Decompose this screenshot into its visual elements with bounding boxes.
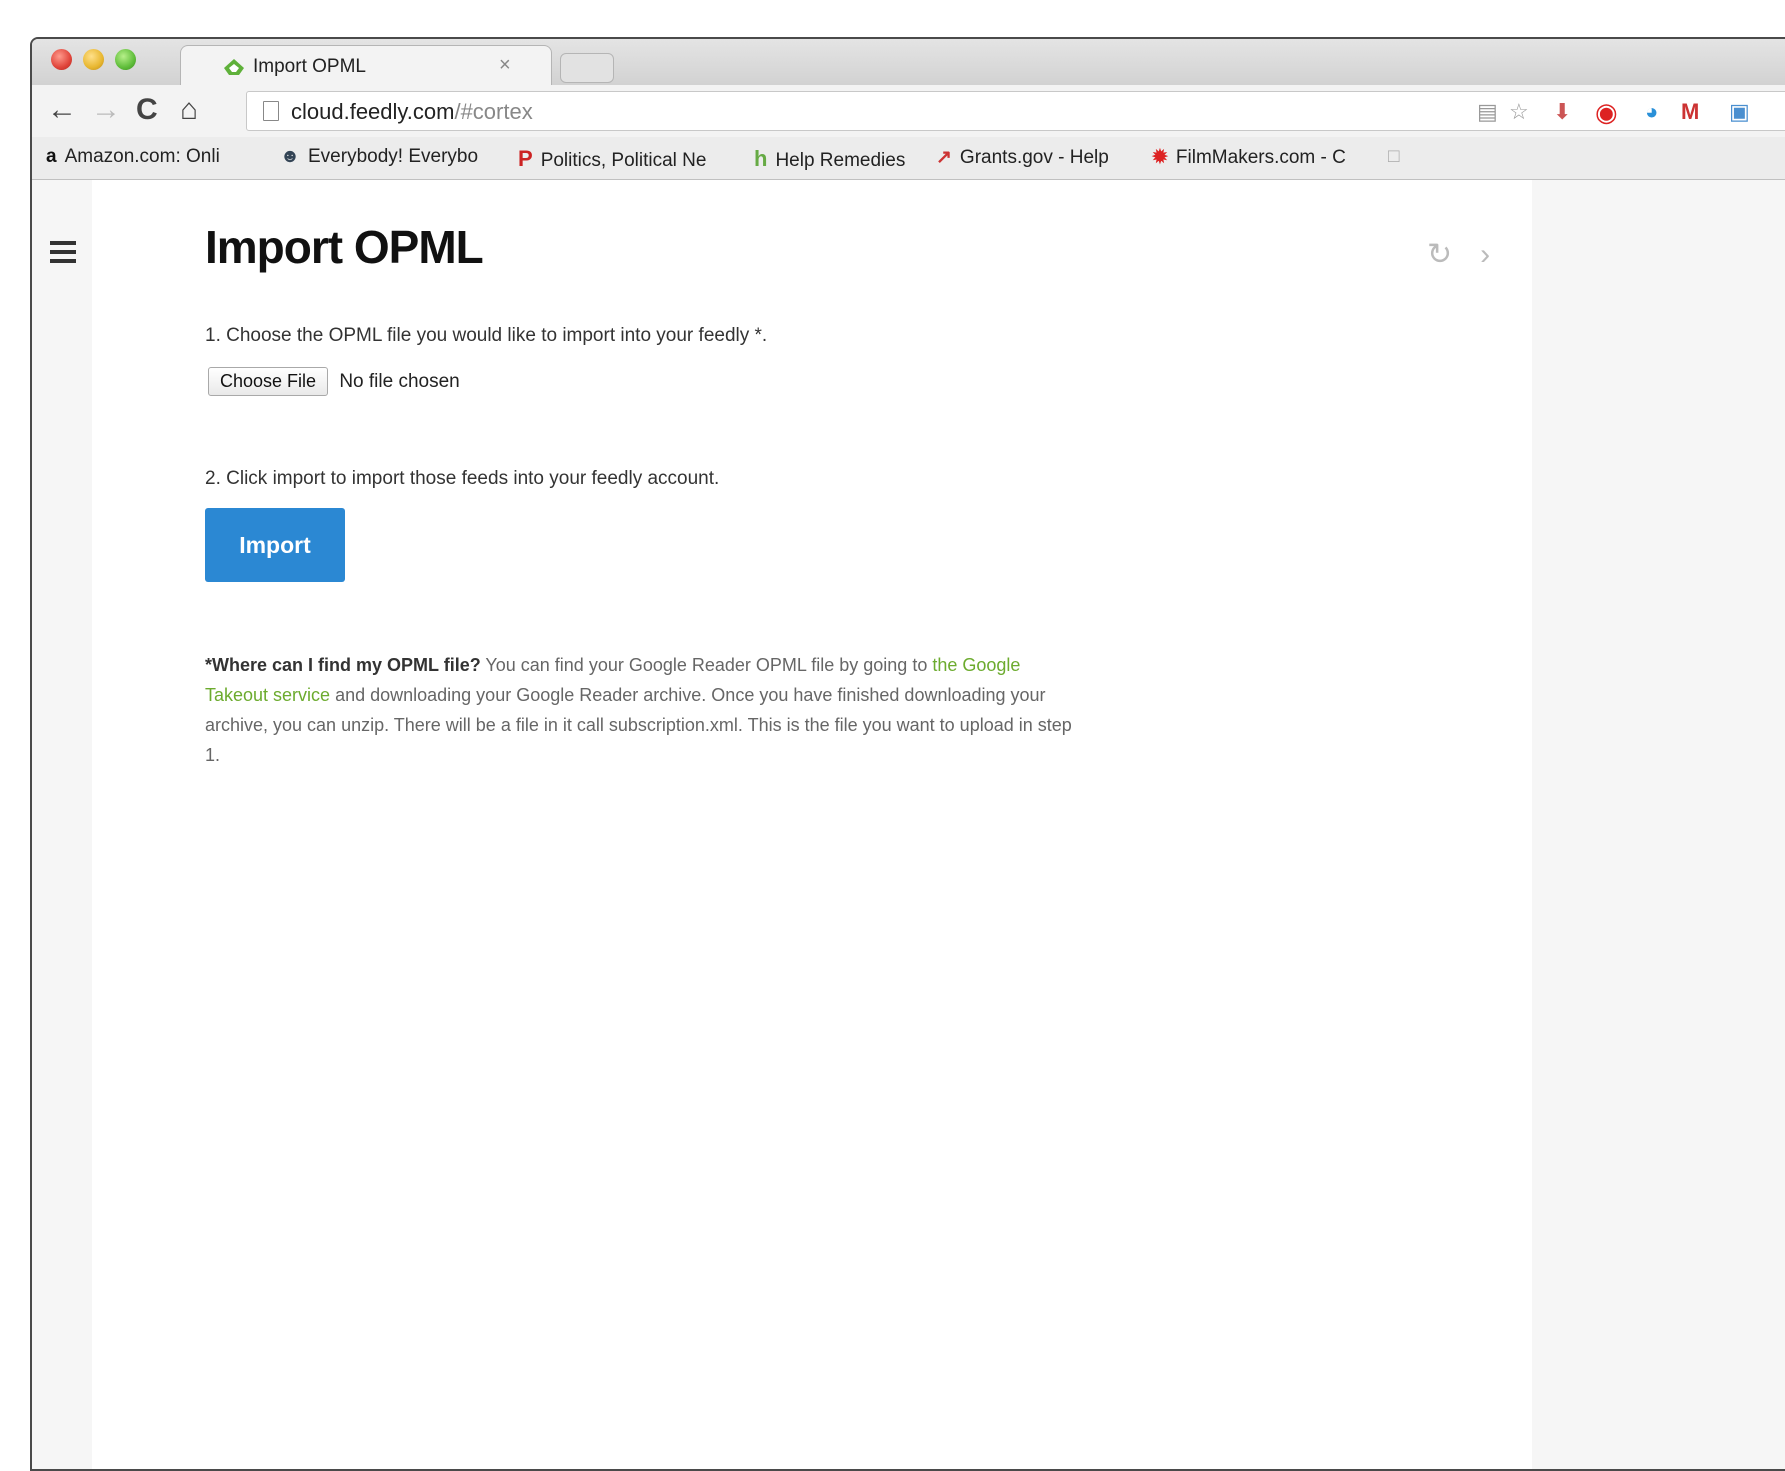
tab-strip: Import OPML ×: [32, 39, 1785, 86]
bookmark-help-remedies[interactable]: h Help Remedies: [754, 146, 905, 172]
bookmarks-bar: a Amazon.com: Onli ☻ Everybody! Everybo PP…: [32, 137, 1785, 180]
chat-icon[interactable]: ▣: [1729, 100, 1750, 124]
minimize-window-button[interactable]: [83, 49, 104, 70]
bookmark-everybody[interactable]: ☻ Everybody! Everybo: [280, 146, 478, 168]
home-icon[interactable]: ⌂: [180, 94, 198, 126]
help-remedies-icon: h: [754, 146, 768, 171]
file-input: Choose File No file chosen: [208, 367, 460, 396]
url-text[interactable]: cloud.feedly.com/#cortex: [291, 99, 533, 125]
browser-toolbar: ← → C ⌂ cloud.feedly.com/#cortex ▤ ☆ ⬇ ◉…: [32, 85, 1785, 137]
amazon-icon: a: [46, 146, 57, 167]
zoom-window-button[interactable]: [115, 49, 136, 70]
page-area: Import OPML ↻ › 1. Choose the OPML file y…: [32, 180, 1785, 1469]
refresh-icon[interactable]: ↻: [1427, 238, 1452, 271]
graph-icon: ↗: [936, 147, 952, 168]
help-question: *Where can I find my OPML file?: [205, 655, 481, 675]
forward-arrow-icon[interactable]: →: [91, 94, 121, 126]
close-icon[interactable]: ×: [499, 54, 511, 77]
bookmark-grants[interactable]: ↗ Grants.gov - Help: [936, 146, 1109, 169]
top-actions: ↻ ›: [1427, 237, 1518, 272]
star-icon[interactable]: ☆: [1509, 100, 1529, 124]
step-1-text: 1. Choose the OPML file you would like t…: [205, 325, 768, 346]
help-text: *Where can I find my OPML file? You can …: [205, 655, 1072, 765]
more-bookmarks-icon[interactable]: □: [1388, 146, 1399, 168]
people-icon: ☻: [280, 146, 300, 167]
no-file-text: No file chosen: [339, 371, 460, 392]
page-title: Import OPML: [205, 221, 484, 273]
browser-window: Import OPML × ← → C ⌂ cloud.feedly.com/#…: [30, 37, 1785, 1471]
back-arrow-icon[interactable]: ←: [47, 94, 77, 126]
address-bar[interactable]: cloud.feedly.com/#cortex ▤ ☆ ⬇ ◉ ◕ M ▣: [246, 91, 1785, 131]
tab-title: Import OPML: [253, 56, 366, 77]
new-tab-button[interactable]: [560, 53, 614, 83]
bookmark-politics[interactable]: P Politics, Political Ne: [518, 146, 706, 172]
choose-file-button[interactable]: Choose File: [208, 367, 329, 396]
compass-icon[interactable]: ◕: [1645, 100, 1658, 124]
reload-icon[interactable]: C: [136, 94, 158, 126]
close-window-button[interactable]: [51, 49, 72, 70]
download-icon[interactable]: ⬇: [1553, 100, 1571, 124]
chevron-right-icon[interactable]: ›: [1480, 238, 1490, 271]
opera-icon[interactable]: ◉: [1595, 99, 1618, 125]
import-button[interactable]: Import: [205, 508, 345, 582]
gmail-icon[interactable]: M: [1681, 100, 1699, 124]
page-icon: [263, 101, 279, 121]
bookmark-filmmakers[interactable]: ✹ FilmMakers.com - C: [1152, 146, 1346, 169]
step-2-text: 2. Click import to import those feeds in…: [205, 468, 720, 489]
tab-import-opml[interactable]: Import OPML ×: [180, 45, 552, 86]
film-icon: ✹: [1152, 147, 1168, 168]
menu-icon[interactable]: [50, 241, 76, 263]
bookmark-amazon[interactable]: a Amazon.com: Onli: [46, 146, 220, 168]
main-content: Import OPML ↻ › 1. Choose the OPML file y…: [92, 180, 1532, 1469]
politico-icon: P: [518, 146, 533, 171]
feedly-icon: [224, 59, 244, 75]
reader-icon[interactable]: ▤: [1477, 100, 1498, 124]
